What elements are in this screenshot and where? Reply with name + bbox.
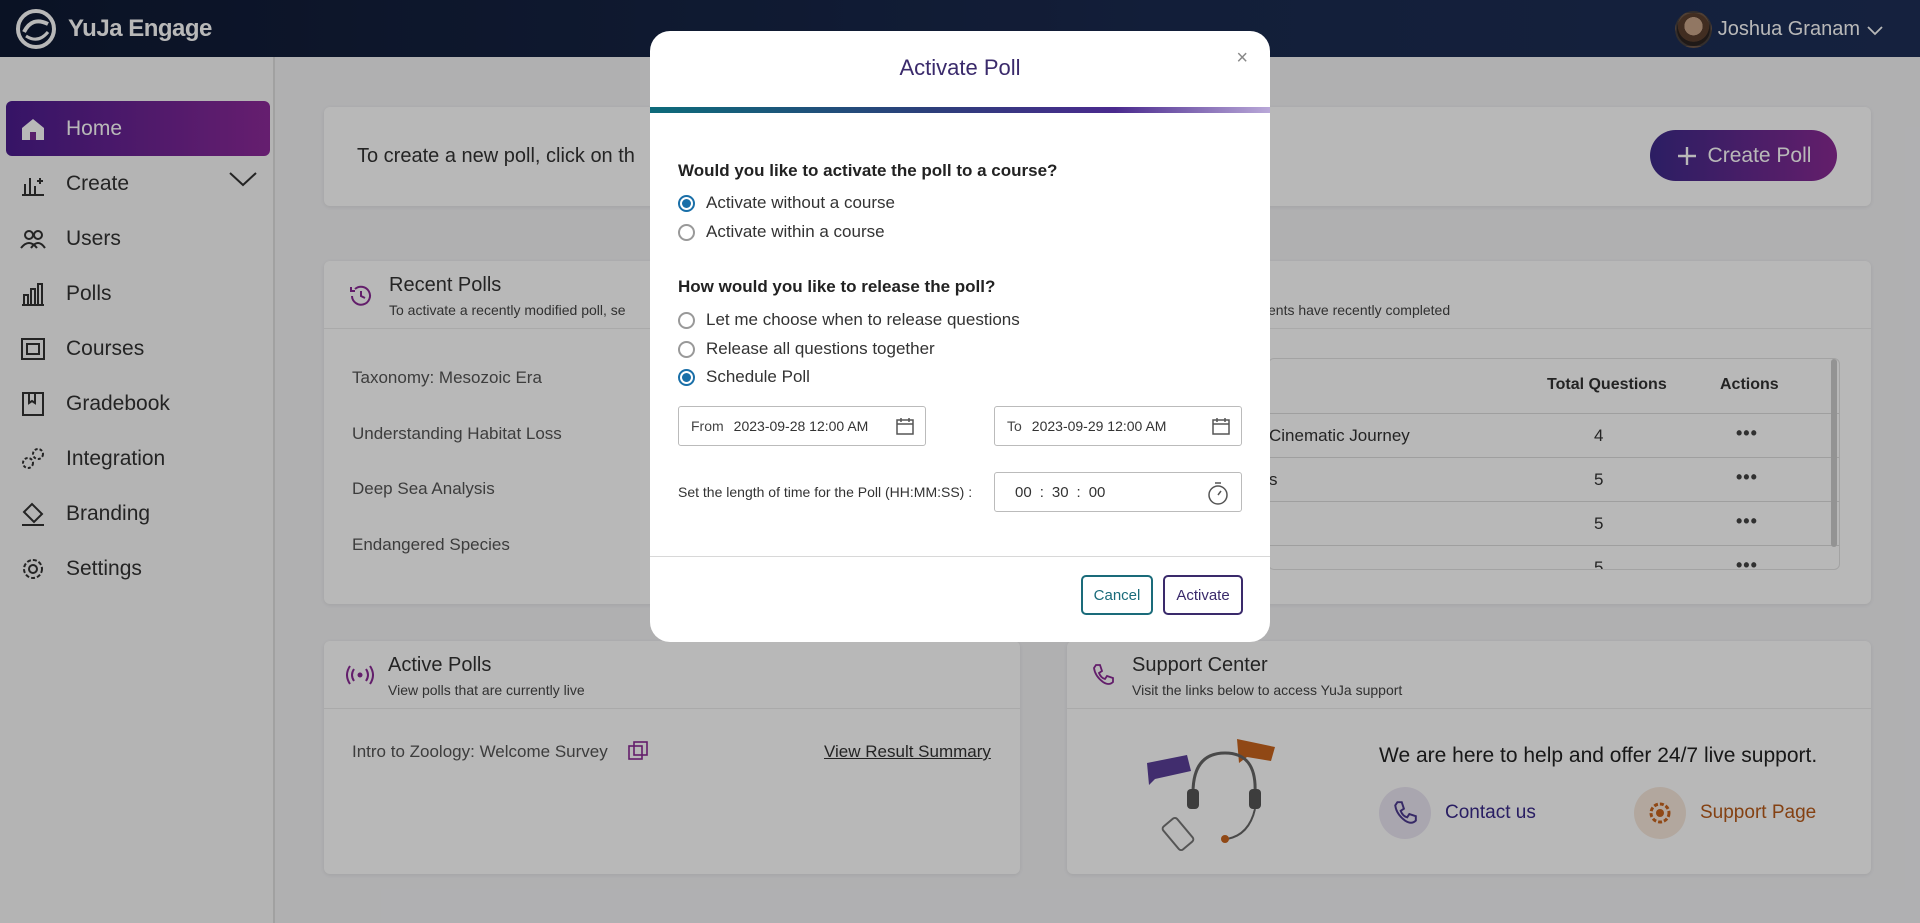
dialog-title: Activate Poll [899,55,1021,80]
activate-poll-dialog: Activate Poll × Would you like to activa… [650,31,1270,642]
radio-release-all[interactable]: Release all questions together [678,339,935,359]
release-question: How would you like to release the poll? [678,277,996,296]
close-icon[interactable]: × [1236,47,1248,70]
to-label: To [1007,418,1022,434]
minutes-value[interactable]: 30 [1052,484,1069,501]
radio-label: Let me choose when to release questions [706,310,1020,329]
to-date-field[interactable]: To 2023-09-29 12:00 AM [994,406,1242,446]
from-label: From [691,418,724,434]
hours-value[interactable]: 00 [1015,484,1032,501]
dialog-accent-bar [650,107,1270,113]
radio-schedule-poll[interactable]: Schedule Poll [678,367,810,387]
radio-unselected-icon [678,223,695,241]
activate-button[interactable]: Activate [1163,575,1243,615]
from-date-value: 2023-09-28 12:00 AM [733,418,869,434]
divider [650,556,1270,557]
radio-choose-release[interactable]: Let me choose when to release questions [678,310,1020,330]
radio-activate-without-course[interactable]: Activate without a course [678,193,895,213]
radio-selected-icon [678,368,695,386]
timer-icon[interactable] [1207,481,1229,505]
poll-length-label: Set the length of time for the Poll (HH:… [678,484,973,500]
radio-unselected-icon [678,311,695,329]
time-separator: : [1039,483,1044,501]
radio-selected-icon [678,194,695,212]
calendar-icon[interactable] [895,416,915,436]
radio-unselected-icon [678,340,695,358]
calendar-icon[interactable] [1211,416,1231,436]
cancel-button[interactable]: Cancel [1081,575,1153,615]
seconds-value[interactable]: 00 [1089,484,1106,501]
course-question: Would you like to activate the poll to a… [678,161,1058,180]
radio-activate-within-course[interactable]: Activate within a course [678,222,885,242]
poll-length-field[interactable]: 00 : 30 : 00 [994,472,1242,512]
from-date-field[interactable]: From 2023-09-28 12:00 AM [678,406,926,446]
radio-label: Schedule Poll [706,367,810,386]
radio-label: Activate within a course [706,222,885,241]
radio-label: Release all questions together [706,339,935,358]
radio-label: Activate without a course [706,193,895,212]
to-date-value: 2023-09-29 12:00 AM [1031,418,1167,434]
time-separator: : [1076,483,1081,501]
